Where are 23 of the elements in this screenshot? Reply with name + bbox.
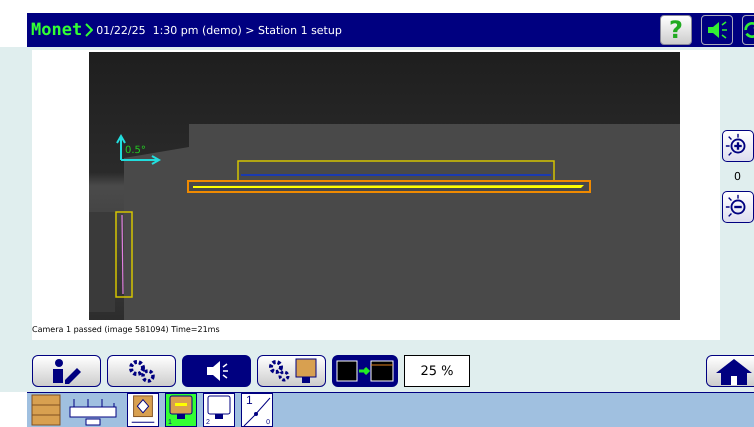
settings-button[interactable]: [107, 355, 176, 387]
camera-status: Camera 1 passed (image 581094) Time=21ms: [32, 325, 220, 334]
sound-button[interactable]: [182, 355, 251, 387]
camera-settings-button[interactable]: [257, 355, 326, 387]
camera-icon: [205, 394, 233, 420]
scale-max-label: 1: [246, 394, 253, 406]
zoom-field[interactable]: 25 %: [404, 355, 470, 387]
sensor-tool[interactable]: [127, 393, 159, 427]
breadcrumb: 01/22/25 1:30 pm (demo) > Station 1 setup: [96, 24, 342, 36]
brightness-down-button[interactable]: [722, 191, 754, 223]
home-button[interactable]: [706, 355, 754, 387]
axis-arrows-icon: [116, 134, 162, 165]
brightness-up-button[interactable]: [722, 130, 754, 162]
app-logo: Monet: [31, 20, 82, 40]
brightness-value: 0: [734, 170, 741, 183]
angle-label: 0.5°: [125, 145, 146, 156]
chevron-icon: [85, 23, 94, 37]
display-button[interactable]: [332, 355, 398, 387]
screen-switch-icon: [335, 358, 395, 384]
operator-button[interactable]: [32, 355, 101, 387]
home-icon: [714, 357, 754, 385]
camera-icon: [167, 394, 195, 420]
sound-button[interactable]: [701, 15, 733, 45]
